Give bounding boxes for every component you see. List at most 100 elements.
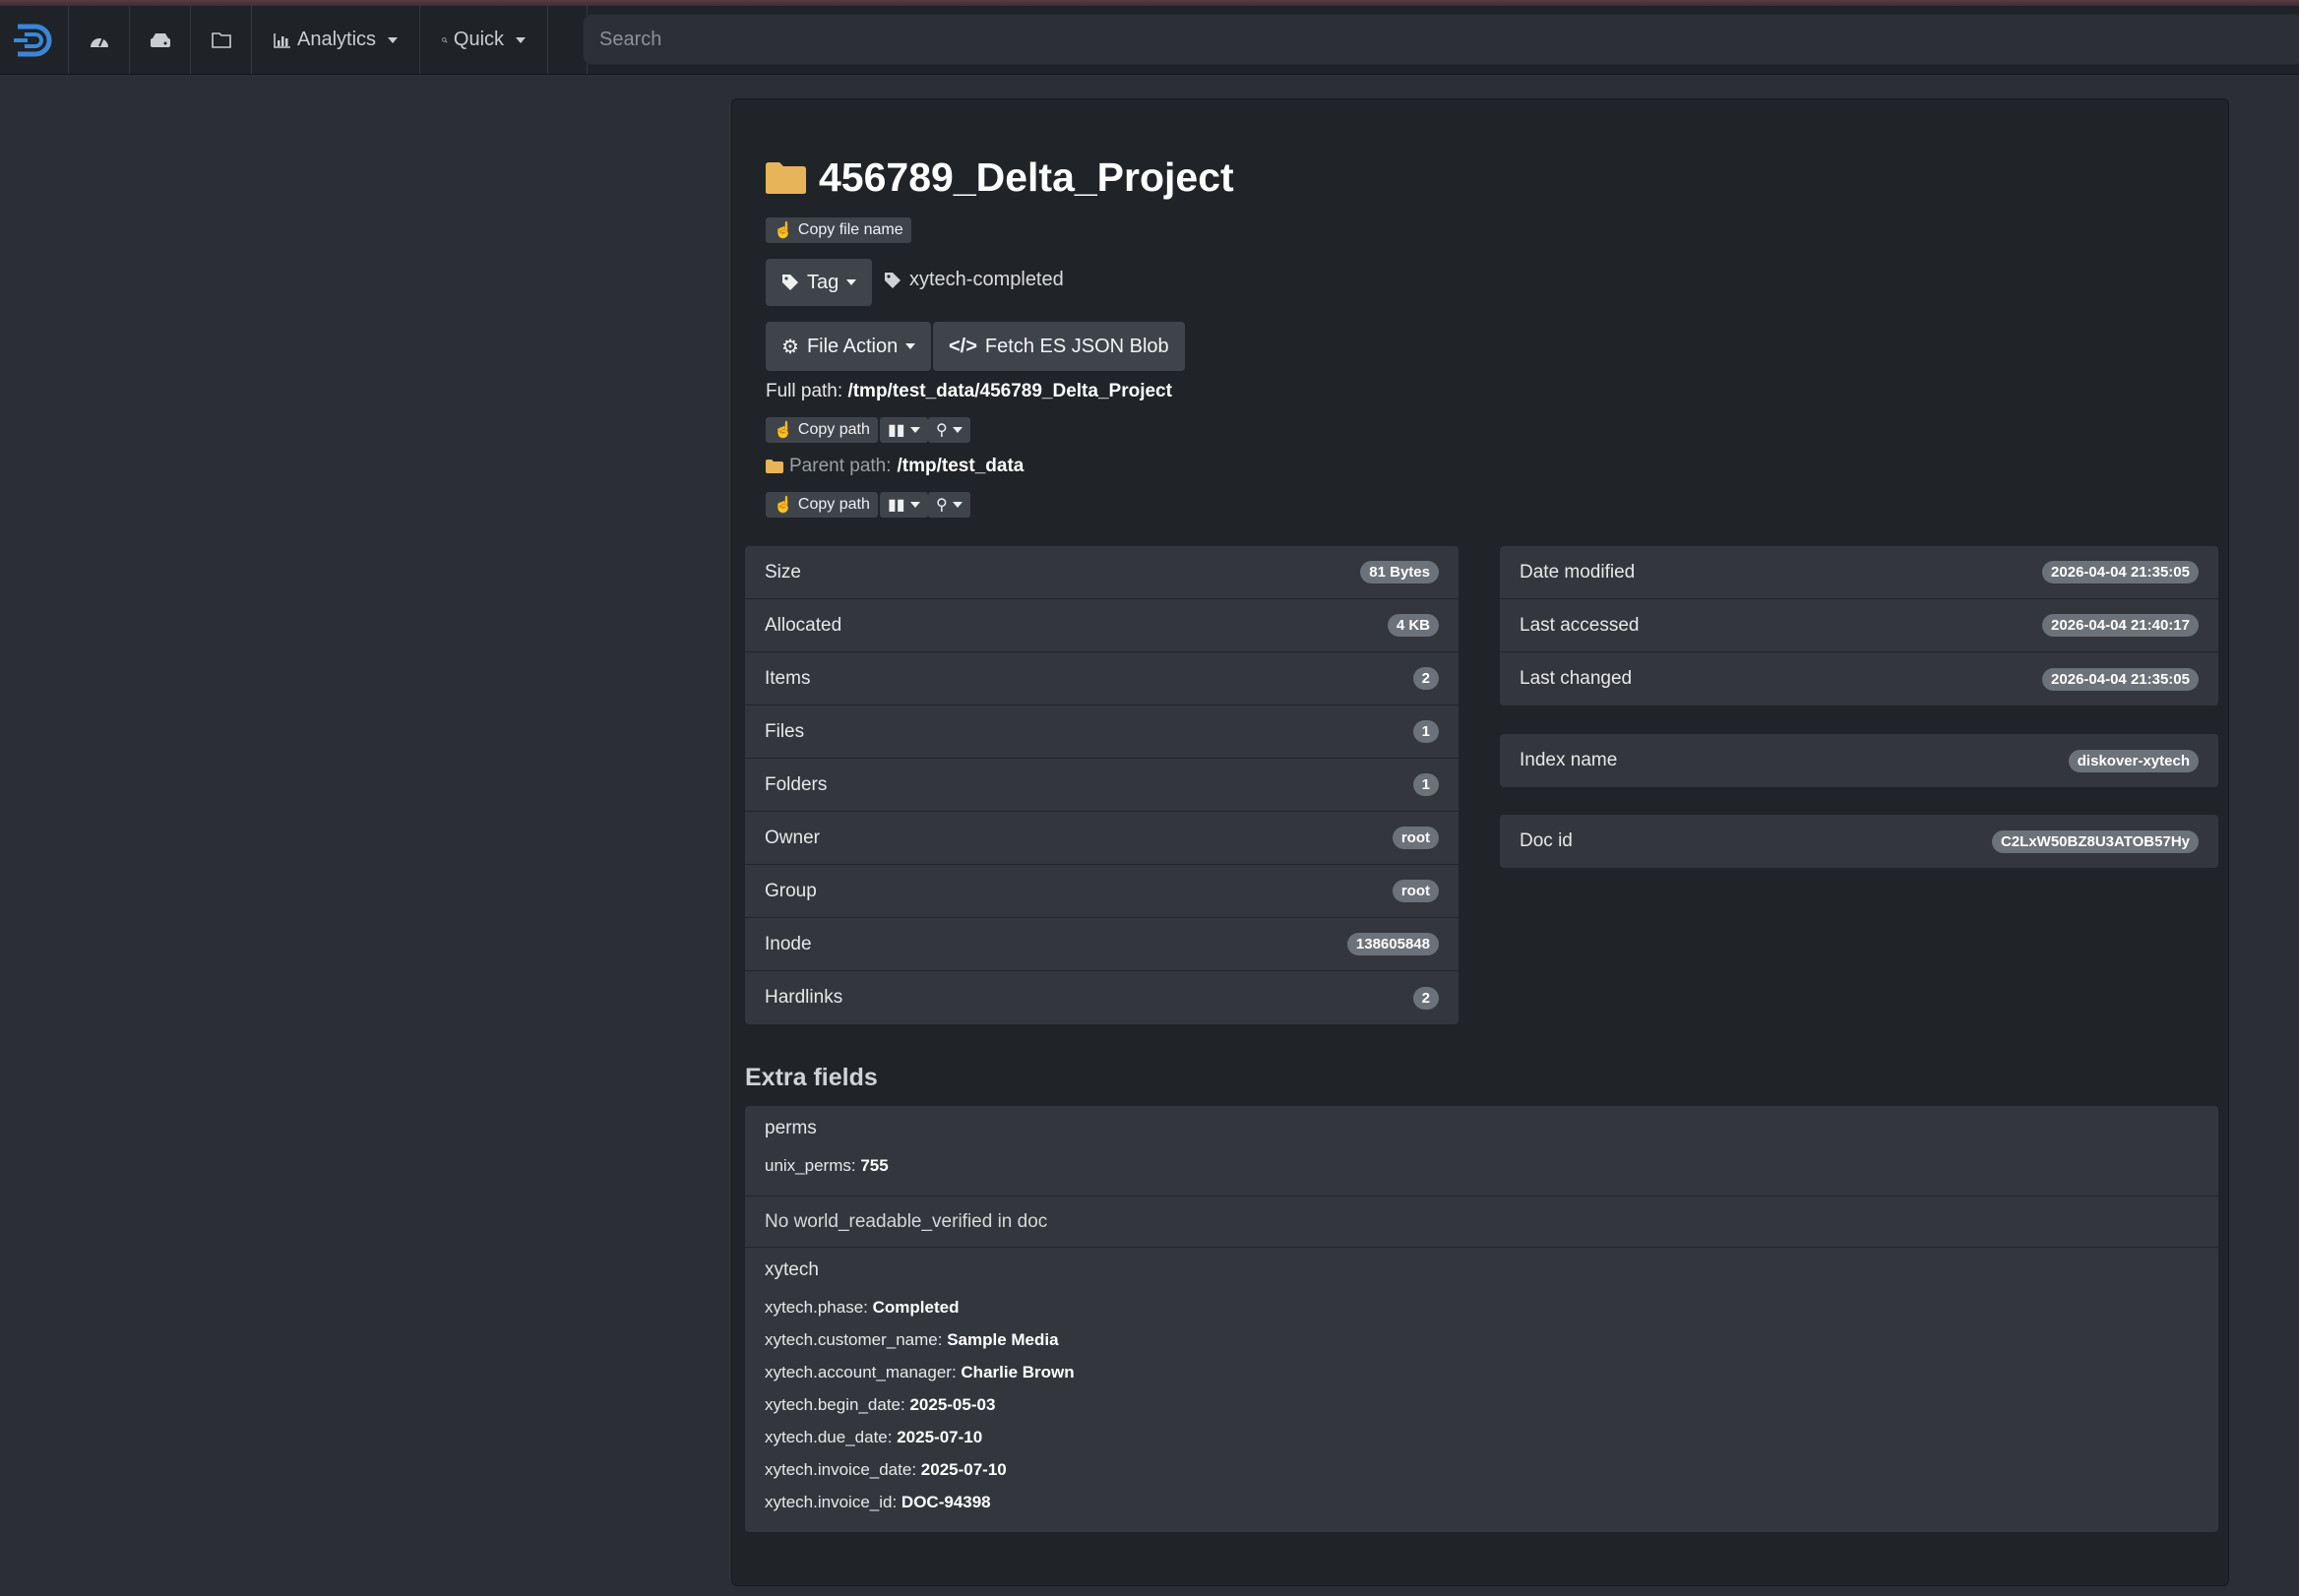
group-name: perms [765, 1118, 817, 1138]
parent-path-value[interactable]: /tmp/test_data [898, 456, 1025, 477]
code-icon: </> [949, 335, 977, 357]
field-invoice-id: xytech.invoice_id: DOC-94398 [765, 1493, 991, 1511]
dashboard-icon[interactable] [69, 6, 130, 74]
chevron-down-icon [516, 36, 527, 43]
bar-chart-icon: ▮▮ [888, 422, 905, 439]
quick-menu[interactable]: Quick [420, 6, 549, 74]
status-badge: 4 KB [1387, 614, 1439, 637]
copy-path-label: Copy path [797, 496, 870, 513]
logo-icon[interactable] [0, 6, 69, 74]
stat-items: Items 2 [745, 652, 1459, 706]
status-badge: root [1392, 827, 1439, 849]
doc-id-list: Doc id C2LxW50BZ8U3ATOB57Hy [1500, 815, 2218, 868]
file-name: 456789_Delta_Project [819, 154, 1234, 200]
index-name-list: Index name diskover-xytech [1500, 734, 2218, 787]
field-phase: xytech.phase: Completed [765, 1298, 960, 1317]
analytics-label: Analytics [297, 29, 377, 50]
path-analytics-dropdown[interactable]: ▮▮ [880, 417, 928, 443]
stat-date-modified: Date modified 2026-04-04 21:35:05 [1500, 546, 2218, 599]
copy-file-name-button[interactable]: ☝ Copy file name [766, 217, 911, 243]
hand-pointer-icon: ☝ [774, 422, 793, 439]
chevron-down-icon [909, 502, 920, 508]
stat-allocated: Allocated 4 KB [745, 599, 1459, 652]
fetch-json-button[interactable]: </> Fetch ES JSON Blob [933, 322, 1185, 371]
folder-icon [766, 460, 783, 473]
group-name: xytech [765, 1259, 819, 1280]
stat-doc-id: Doc id C2LxW50BZ8U3ATOB57Hy [1500, 815, 2218, 868]
analytics-menu[interactable]: Analytics [252, 6, 421, 74]
full-path-value: /tmp/test_data/456789_Delta_Project [847, 381, 1172, 401]
chevron-down-icon [909, 427, 920, 433]
extra-fields-list: perms unix_perms: 755 No world_readable_… [745, 1106, 2218, 1532]
chevron-down-icon [952, 427, 963, 433]
quick-label: Quick [453, 29, 505, 50]
fetch-json-label: Fetch ES JSON Blob [984, 335, 1169, 357]
status-badge: C2LxW50BZ8U3ATOB57Hy [1991, 829, 2199, 853]
file-detail-panel: 456789_Delta_Project ☝ Copy file name Tag… [731, 98, 2229, 1586]
hand-pointer-icon: ☝ [774, 497, 793, 514]
status-badge: 1 [1412, 720, 1439, 743]
search-icon: ⚲ [936, 497, 948, 514]
search-icon [442, 36, 448, 43]
stat-group: Group root [745, 865, 1459, 918]
stat-folders: Folders 1 [745, 759, 1459, 812]
chevron-down-icon [388, 36, 399, 43]
search-input[interactable] [584, 15, 2299, 64]
full-path-label: Full path: [766, 381, 843, 401]
parent-analytics-dropdown[interactable]: ▮▮ [880, 492, 928, 518]
status-badge: 2026-04-04 21:35:05 [2042, 561, 2199, 583]
copy-file-name-label: Copy file name [797, 221, 903, 238]
stat-owner: Owner root [745, 812, 1459, 865]
stat-last-changed: Last changed 2026-04-04 21:35:05 [1500, 652, 2218, 706]
stats-right-list: Date modified 2026-04-04 21:35:05 Last ac… [1500, 546, 2218, 706]
search-icon: ⚲ [936, 422, 948, 439]
status-badge: 81 Bytes [1360, 561, 1439, 583]
gears-icon: ⚙ [781, 336, 799, 358]
stat-inode: Inode 138605848 [745, 918, 1459, 971]
folder-nav-icon[interactable] [191, 6, 252, 74]
field-unix-perms: unix_perms: 755 [765, 1156, 889, 1175]
tag-label: Tag [807, 271, 839, 293]
field-begin-date: xytech.begin_date: 2025-05-03 [765, 1395, 996, 1414]
copy-parent-path-button[interactable]: ☝ Copy path [766, 492, 878, 518]
extra-group-xytech: xytech xytech.phase: Completed xytech.cu… [745, 1248, 2218, 1532]
storage-icon[interactable] [130, 6, 191, 74]
field-account-manager: xytech.account_manager: Charlie Brown [765, 1363, 1075, 1381]
status-badge: 1 [1412, 773, 1439, 796]
hand-pointer-icon: ☝ [774, 222, 793, 239]
folder-icon [766, 161, 806, 194]
status-badge: diskover-xytech [2068, 749, 2199, 772]
copy-path-button[interactable]: ☝ Copy path [766, 417, 878, 443]
page-title: 456789_Delta_Project [766, 154, 1234, 201]
status-badge: 2 [1412, 986, 1439, 1010]
status-badge: 138605848 [1346, 933, 1439, 955]
status-badge: 2 [1412, 667, 1439, 690]
parent-path-label: Parent path: [789, 456, 892, 476]
bar-chart-icon [274, 32, 290, 48]
path-search-dropdown[interactable]: ⚲ [928, 417, 970, 443]
status-badge: 2026-04-04 21:40:17 [2042, 614, 2199, 637]
copy-path-label: Copy path [797, 421, 870, 438]
tag-value: xytech-completed [909, 269, 1064, 290]
stat-hardlinks: Hardlinks 2 [745, 971, 1459, 1024]
stat-size: Size 81 Bytes [745, 546, 1459, 599]
file-action-button[interactable]: ⚙ File Action [766, 322, 932, 371]
file-action-label: File Action [806, 335, 899, 357]
parent-search-dropdown[interactable]: ⚲ [928, 492, 970, 518]
status-badge: root [1392, 880, 1439, 902]
tag-button[interactable]: Tag [766, 259, 873, 306]
stat-index-name: Index name diskover-xytech [1500, 734, 2218, 787]
stats-left-list: Size 81 Bytes Allocated 4 KB Items 2 Files 1… [745, 546, 1459, 1024]
status-badge: 2026-04-04 21:35:05 [2042, 667, 2199, 691]
applied-tag: xytech-completed [884, 269, 1064, 291]
parent-path: Parent path: /tmp/test_data [766, 456, 1024, 477]
tag-icon [782, 275, 798, 290]
stat-last-accessed: Last accessed 2026-04-04 21:40:17 [1500, 599, 2218, 652]
extra-fields-heading: Extra fields [745, 1064, 878, 1091]
full-path: Full path: /tmp/test_data/456789_Delta_P… [766, 381, 1172, 402]
chevron-down-icon [952, 502, 963, 508]
extra-group-perms: perms unix_perms: 755 [745, 1106, 2218, 1197]
tag-icon [885, 272, 901, 288]
chevron-down-icon [846, 279, 857, 285]
bar-chart-icon: ▮▮ [888, 497, 905, 514]
